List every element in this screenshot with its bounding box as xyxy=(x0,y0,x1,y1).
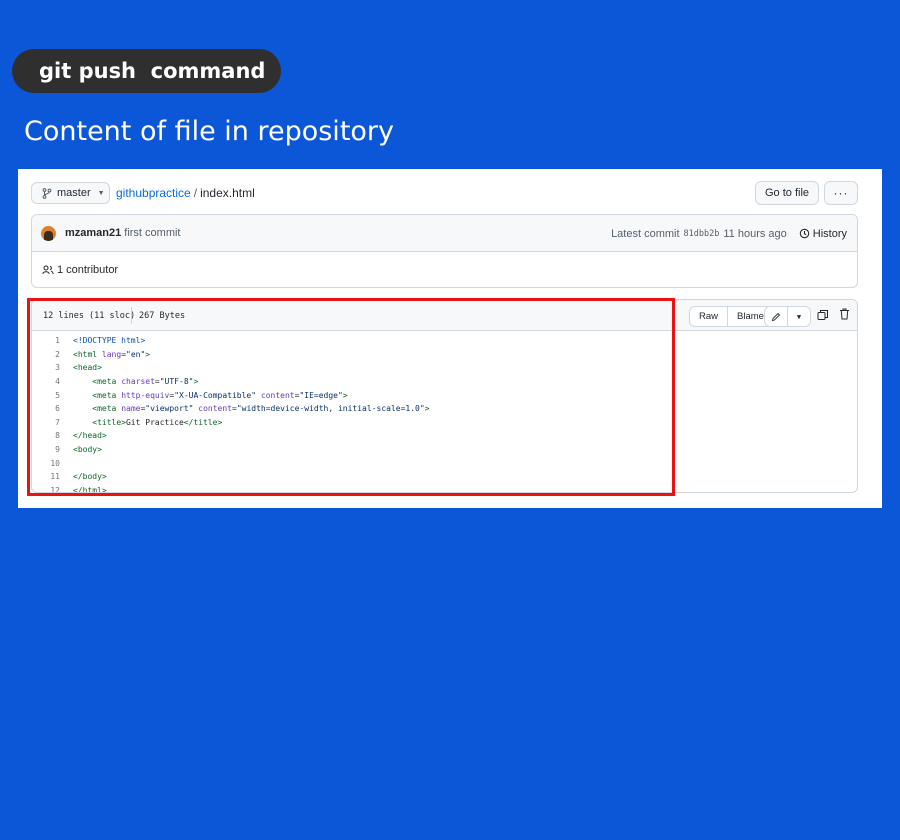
edit-button-group: ▼ xyxy=(764,306,811,327)
history-link[interactable]: History xyxy=(799,228,847,240)
commit-meta: Latest commit 81dbb2b 11 hours ago Histo… xyxy=(611,215,847,252)
commit-time: 11 hours ago xyxy=(723,227,787,240)
commit-box: mzaman21 first commit Latest commit 81db… xyxy=(31,214,858,288)
branch-selector[interactable]: master ▼ xyxy=(31,182,110,204)
subtitle: Content of file in repository xyxy=(24,116,394,147)
highlight-box xyxy=(27,298,675,496)
contributors-row[interactable]: 1 contributor xyxy=(32,252,857,287)
chevron-down-icon: ▼ xyxy=(97,189,105,197)
latest-commit-row: mzaman21 first commit Latest commit 81db… xyxy=(32,215,857,252)
people-icon xyxy=(42,265,54,275)
history-icon xyxy=(799,228,810,239)
latest-commit-label: Latest commit xyxy=(611,227,680,240)
breadcrumb: githubpractice / index.html xyxy=(116,186,255,200)
contributor-count: 1 xyxy=(57,264,64,276)
view-button-group: Raw Blame xyxy=(689,306,774,327)
more-options-button[interactable]: ··· xyxy=(824,181,858,205)
go-to-file-button[interactable]: Go to file xyxy=(755,181,819,205)
copy-icon[interactable] xyxy=(817,309,829,321)
raw-button[interactable]: Raw xyxy=(690,307,727,326)
commit-message[interactable]: first commit xyxy=(124,227,180,239)
trash-icon[interactable] xyxy=(839,308,850,320)
file-name: index.html xyxy=(200,186,255,200)
repo-link[interactable]: githubpractice xyxy=(116,186,191,200)
commit-author[interactable]: mzaman21 xyxy=(65,227,121,239)
breadcrumb-separator: / xyxy=(193,186,198,200)
title-pill: git push command xyxy=(12,49,281,93)
branch-icon xyxy=(42,187,52,199)
pencil-icon[interactable] xyxy=(765,307,787,326)
avatar[interactable] xyxy=(41,225,56,241)
branch-name: master xyxy=(57,187,91,199)
contributor-label: contributor xyxy=(66,264,119,276)
commit-sha[interactable]: 81dbb2b xyxy=(684,229,720,239)
history-label: History xyxy=(812,227,847,240)
chevron-down-icon[interactable]: ▼ xyxy=(787,307,810,326)
